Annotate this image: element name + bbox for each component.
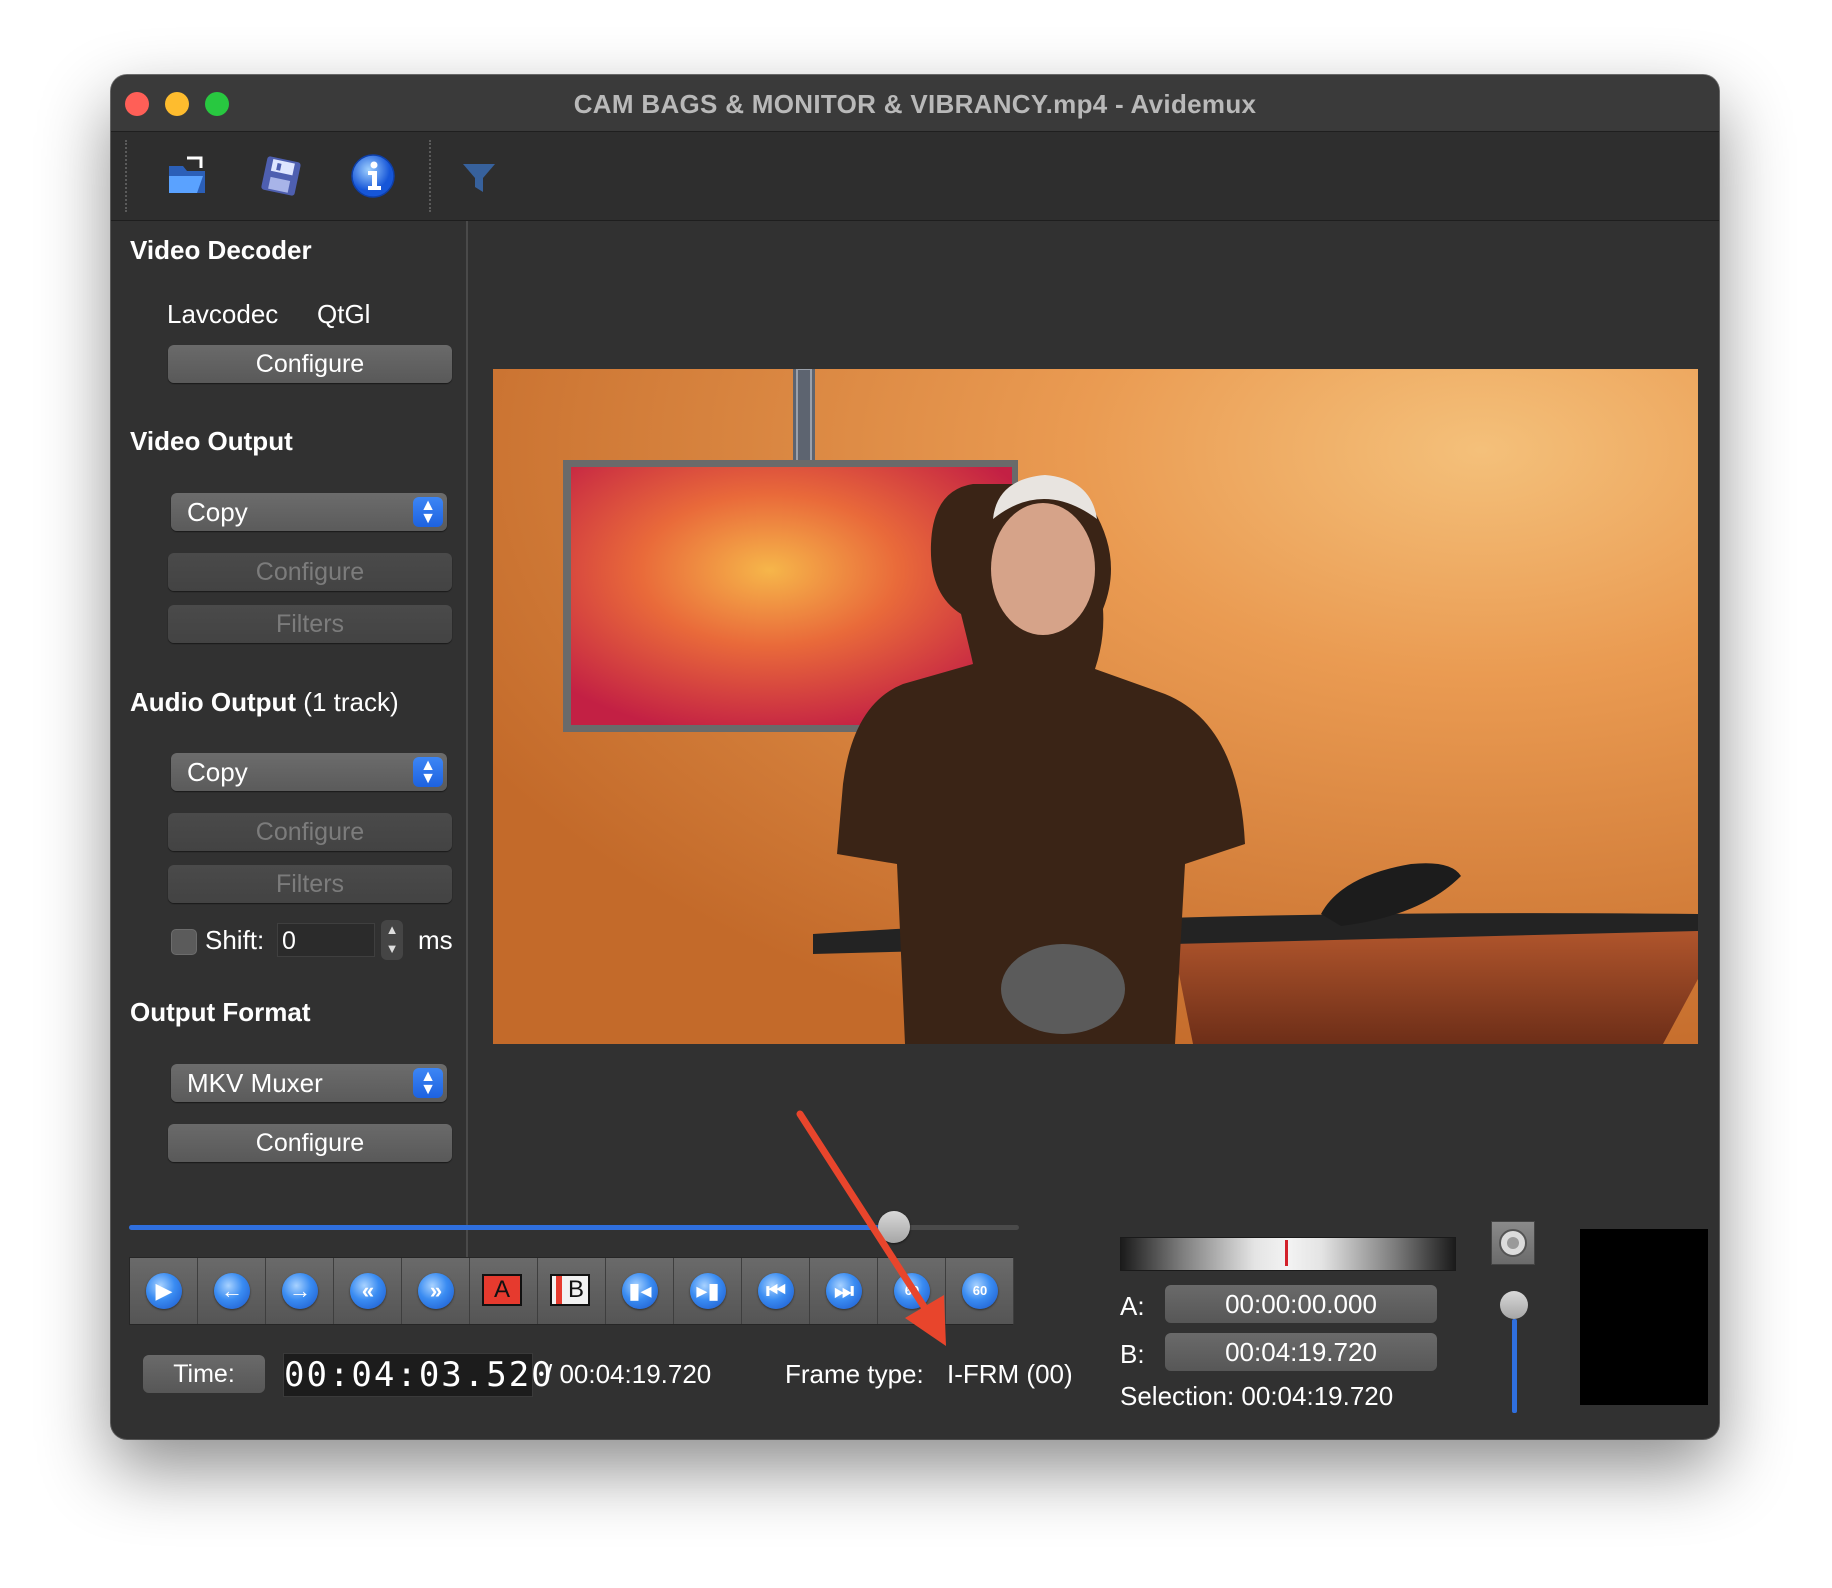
annotation-arrow <box>796 1110 946 1346</box>
